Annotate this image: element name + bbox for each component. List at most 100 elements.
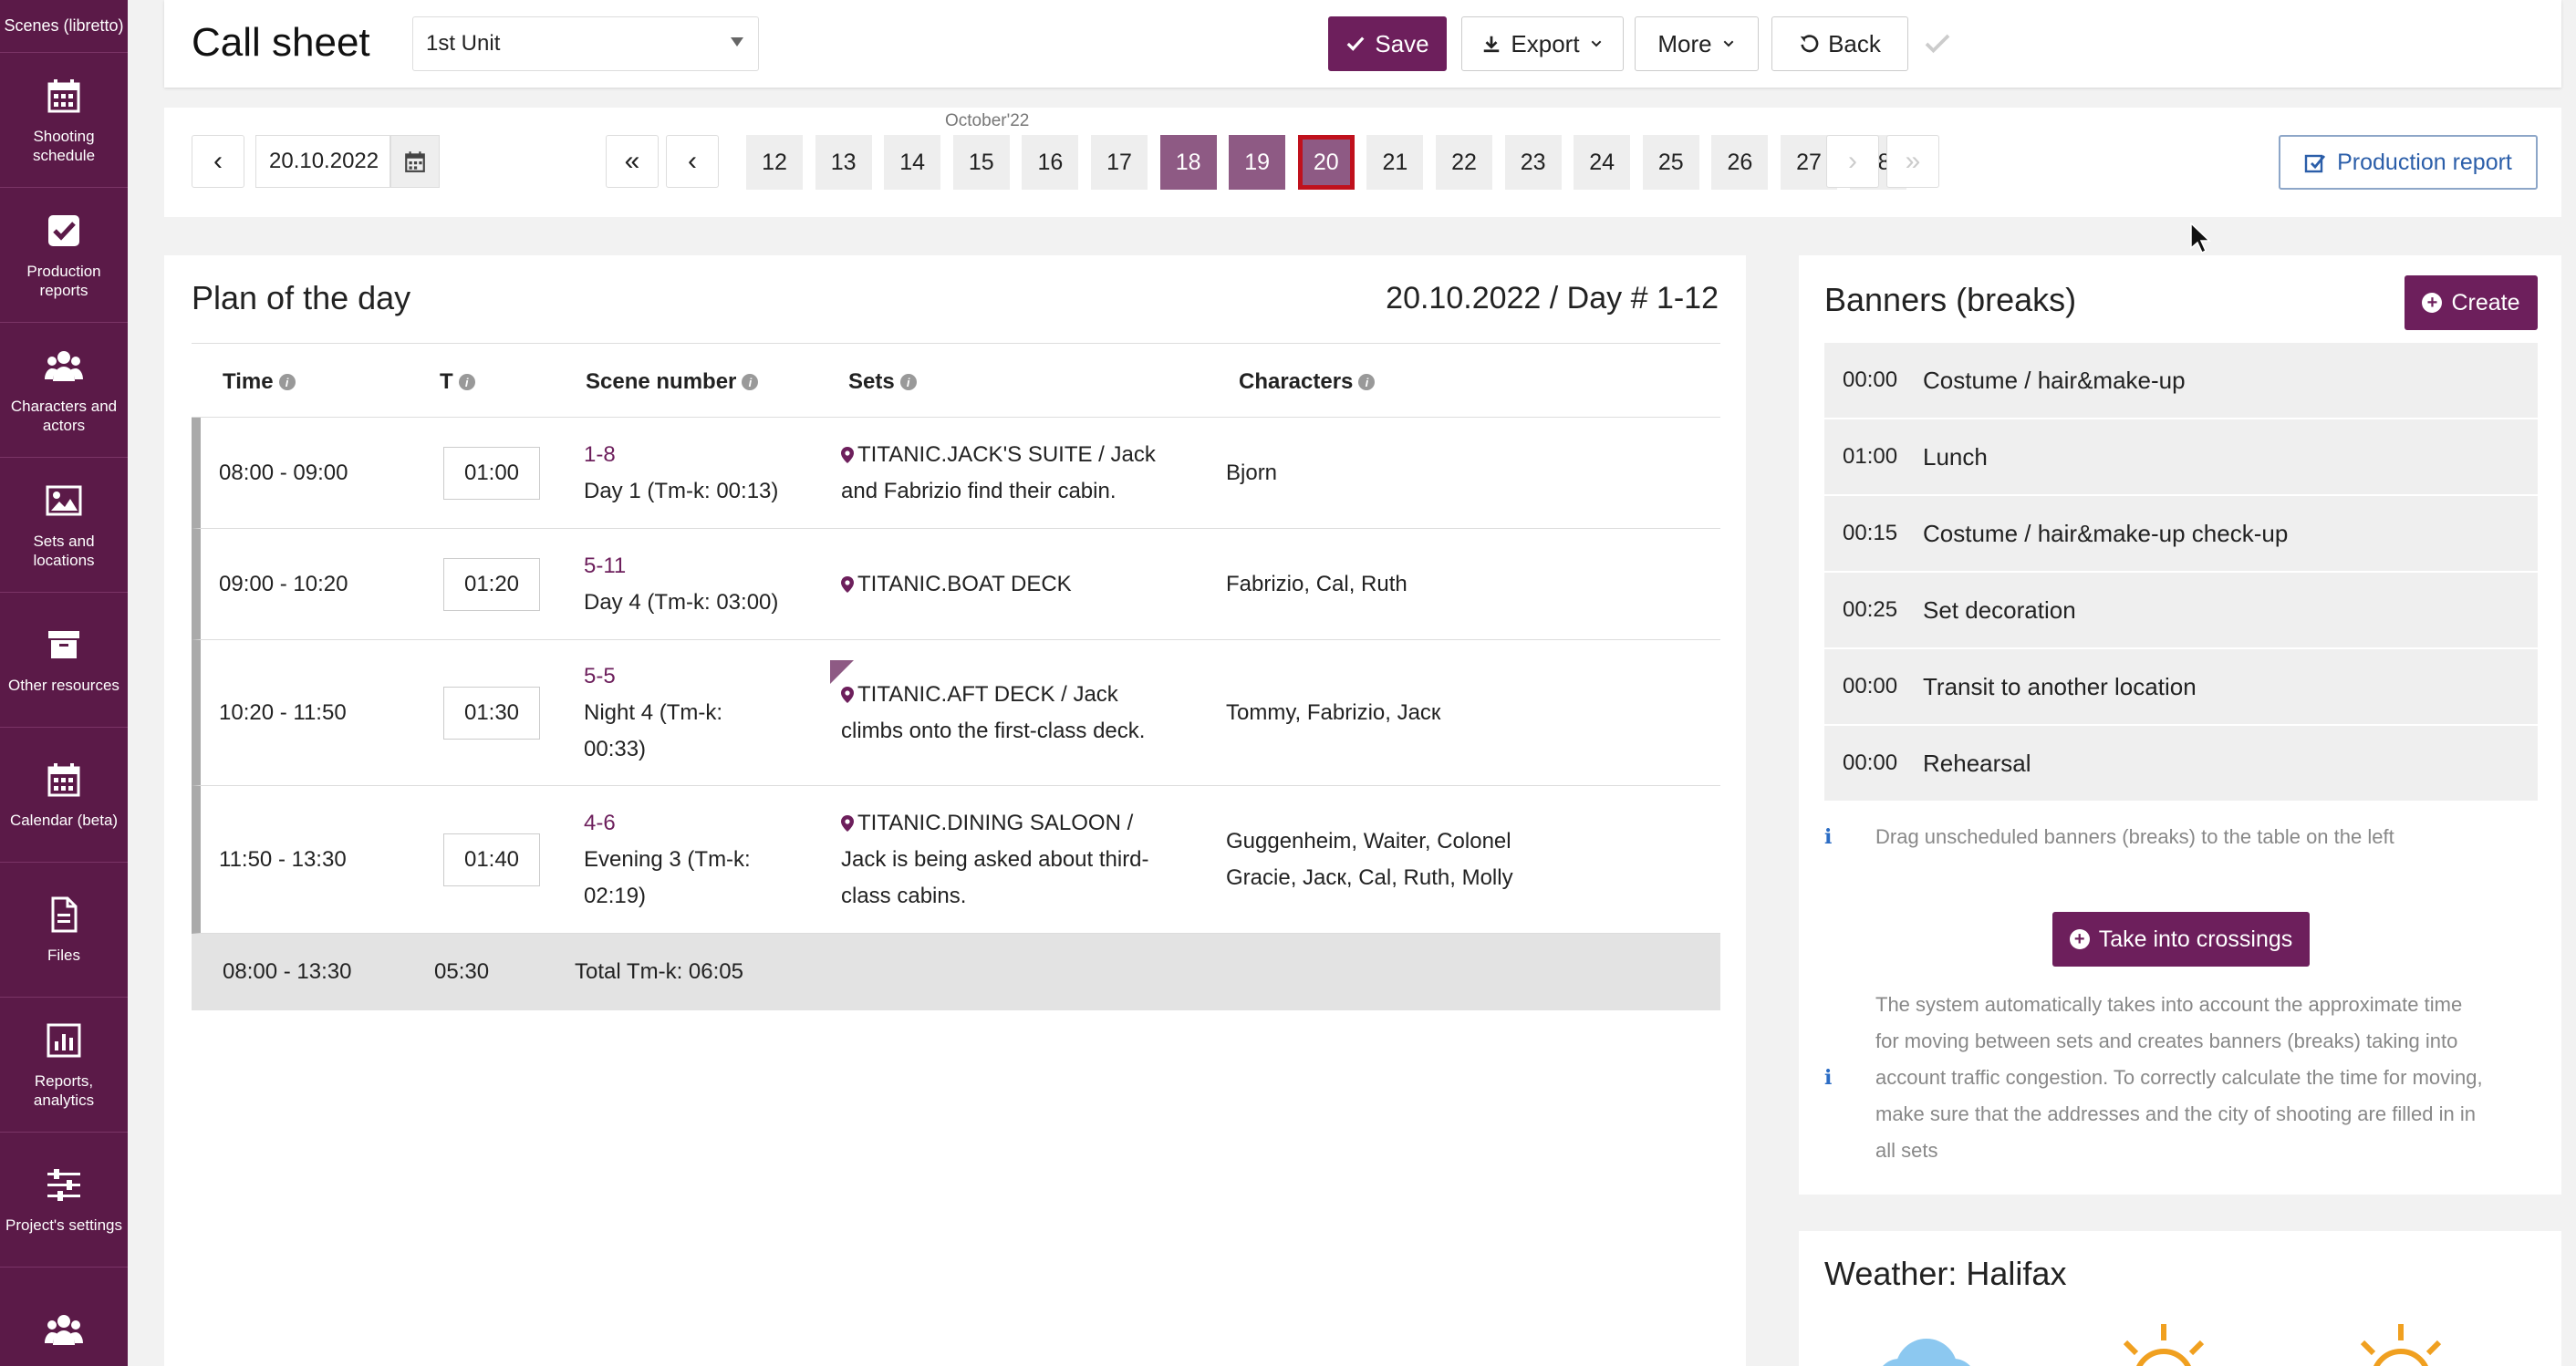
day-12[interactable]: 12 xyxy=(746,135,803,190)
create-banner-button[interactable]: + Create xyxy=(2405,275,2538,330)
characters-text: Bjorn xyxy=(1226,461,1278,485)
sidebar-item-production-reports[interactable]: Production reports xyxy=(0,188,128,323)
col-characters[interactable]: Characters i xyxy=(1239,369,1376,395)
set-cell: TITANIC.DINING SALOON / Jack is being ask… xyxy=(841,805,1169,915)
bar-chart-icon xyxy=(44,1020,84,1061)
image-icon xyxy=(44,481,84,521)
sidebar-item-characters-and-actors[interactable]: Characters and actors xyxy=(0,323,128,458)
info-icon[interactable]: i xyxy=(742,374,759,390)
scene-number-link[interactable]: 5-5 xyxy=(584,658,722,695)
day-15[interactable]: 15 xyxy=(952,135,1010,190)
duration-input[interactable]: 01:20 xyxy=(443,558,540,611)
set-text: class cabins. xyxy=(841,884,967,908)
duration-input[interactable]: 01:00 xyxy=(443,447,540,500)
set-text: TITANIC.JACK'S SUITE / Jack xyxy=(857,442,1156,467)
production-report-button[interactable]: Production report xyxy=(2279,135,2538,190)
banner-item[interactable]: 00:00 Transit to another location xyxy=(1824,649,2538,726)
calendar-picker-button[interactable] xyxy=(390,135,440,188)
banner-item[interactable]: 00:00 Rehearsal xyxy=(1824,726,2538,802)
col-time[interactable]: Time i xyxy=(223,369,296,395)
date-navigation-bar: ‹ 20.10.2022 « ‹ October'22 12 13 14 15 16 17… xyxy=(164,108,2561,217)
next-week-button[interactable]: › xyxy=(1826,135,1879,188)
edit-icon xyxy=(2304,154,2326,173)
info-icon[interactable]: i xyxy=(1358,374,1376,390)
more-button[interactable]: More xyxy=(1635,16,1759,71)
scene-number-link[interactable]: 1-8 xyxy=(584,437,778,473)
sidebar-item-scenes[interactable]: Scenes (libretto) xyxy=(0,0,128,53)
col-sets[interactable]: Sets i xyxy=(848,369,917,395)
sidebar-item-label: Project's settings xyxy=(5,1216,122,1234)
banner-item[interactable]: 00:15 Costume / hair&make-up check-up xyxy=(1824,496,2538,573)
unit-select[interactable]: 1st Unit xyxy=(412,16,759,71)
date-input[interactable]: 20.10.2022 xyxy=(255,135,390,188)
download-icon xyxy=(1484,36,1500,53)
last-week-button[interactable]: » xyxy=(1886,135,1939,188)
take-into-crossings-button[interactable]: + Take into crossings xyxy=(2052,912,2310,967)
sidebar-item-reports-analytics[interactable]: Reports, analytics xyxy=(0,998,128,1133)
sidebar-item-other-resources[interactable]: Other resources xyxy=(0,593,128,728)
day-23[interactable]: 23 xyxy=(1504,135,1562,190)
col-t[interactable]: Ti xyxy=(440,369,475,395)
day-25[interactable]: 25 xyxy=(1642,135,1699,190)
check-icon[interactable] xyxy=(1921,27,1954,60)
sidebar-item-project-s-settings[interactable]: Project's settings xyxy=(0,1133,128,1268)
sidebar-item-files[interactable]: Files xyxy=(0,863,128,998)
sidebar-item-team[interactable] xyxy=(0,1268,128,1366)
info-icon[interactable]: i xyxy=(899,374,917,390)
day-14[interactable]: 14 xyxy=(884,135,941,190)
banner-item[interactable]: 00:25 Set decoration xyxy=(1824,573,2538,649)
sidebar-item-label: Shooting schedule xyxy=(32,127,96,164)
prev-week-button[interactable]: ‹ xyxy=(666,135,719,188)
banner-item[interactable]: 01:00 Lunch xyxy=(1824,419,2538,496)
col-scene-number[interactable]: Scene number i xyxy=(586,369,759,395)
double-chevron-left-icon: « xyxy=(624,146,640,176)
day-24[interactable]: 24 xyxy=(1574,135,1631,190)
schedule-row[interactable]: 08:00 - 09:00 01:00 1-8 Day 1 (Tm-k: 00:13)… xyxy=(192,418,1720,529)
banner-label: Rehearsal xyxy=(1923,749,2031,777)
banner-time: 00:15 xyxy=(1843,521,1898,545)
weather-panel: Weather: Halifax xyxy=(1799,1231,2561,1366)
users-icon xyxy=(44,346,84,386)
first-week-button[interactable]: « xyxy=(606,135,659,188)
info-icon[interactable]: i xyxy=(458,374,475,390)
characters-text: Guggenheim, Waiter, Colonel xyxy=(1226,829,1511,854)
map-pin-icon xyxy=(841,815,854,832)
duration-input[interactable]: 01:40 xyxy=(443,833,540,886)
day-21[interactable]: 21 xyxy=(1366,135,1424,190)
back-button[interactable]: Back xyxy=(1771,16,1908,71)
day-16[interactable]: 16 xyxy=(1022,135,1079,190)
production-report-label: Production report xyxy=(2337,149,2512,175)
sidebar-item-calendar-beta[interactable]: Calendar (beta) xyxy=(0,728,128,863)
map-pin-icon xyxy=(841,576,854,593)
day-19[interactable]: 19 xyxy=(1229,135,1286,190)
sidebar-item-label: Production reports xyxy=(26,262,101,299)
set-text: TITANIC.AFT DECK / Jack xyxy=(857,682,1118,707)
day-18[interactable]: 18 xyxy=(1159,135,1217,190)
sidebar-item-shooting-schedule[interactable]: Shooting schedule xyxy=(0,53,128,188)
day-26[interactable]: 26 xyxy=(1711,135,1769,190)
export-button[interactable]: Export xyxy=(1461,16,1624,71)
day-17[interactable]: 17 xyxy=(1091,135,1148,190)
schedule-row[interactable]: 11:50 - 13:30 01:40 4-6 Evening 3 (Tm-k: 02:… xyxy=(192,786,1720,934)
system-hint-line: for moving between sets and creates bann… xyxy=(1875,1030,2458,1052)
sidebar-item-sets-and-locations[interactable]: Sets and locations xyxy=(0,458,128,593)
banner-item[interactable]: 00:00 Costume / hair&make-up xyxy=(1824,343,2538,419)
day-20[interactable]: 20 xyxy=(1297,135,1355,190)
characters-cell: Bjorn xyxy=(1226,455,1591,492)
scene-number-link[interactable]: 4-6 xyxy=(584,805,751,842)
calendar-icon xyxy=(44,760,84,800)
info-icon[interactable]: i xyxy=(278,374,296,390)
schedule-row[interactable]: 09:00 - 10:20 01:20 5-11 Day 4 (Tm-k: 03:00… xyxy=(192,529,1720,640)
banner-label: Lunch xyxy=(1923,442,1988,471)
duration-input[interactable]: 01:30 xyxy=(443,687,540,740)
characters-text: Gracie, Jacк, Cal, Ruth, Molly xyxy=(1226,865,1513,890)
prev-date-button[interactable]: ‹ xyxy=(192,135,244,188)
day-13[interactable]: 13 xyxy=(815,135,872,190)
banners-panel: Banners (breaks) + Create 00:00 Costume /… xyxy=(1799,255,2561,1195)
scene-number-link[interactable]: 5-11 xyxy=(584,548,778,585)
schedule-row[interactable]: 10:20 - 11:50 01:30 5-5 Night 4 (Tm-k: 00:33… xyxy=(192,640,1720,786)
save-button[interactable]: Save xyxy=(1328,16,1447,71)
banner-time: 00:25 xyxy=(1843,597,1898,622)
scene-description: Day 1 (Tm-k: 00:13) xyxy=(584,479,779,503)
day-22[interactable]: 22 xyxy=(1436,135,1492,190)
